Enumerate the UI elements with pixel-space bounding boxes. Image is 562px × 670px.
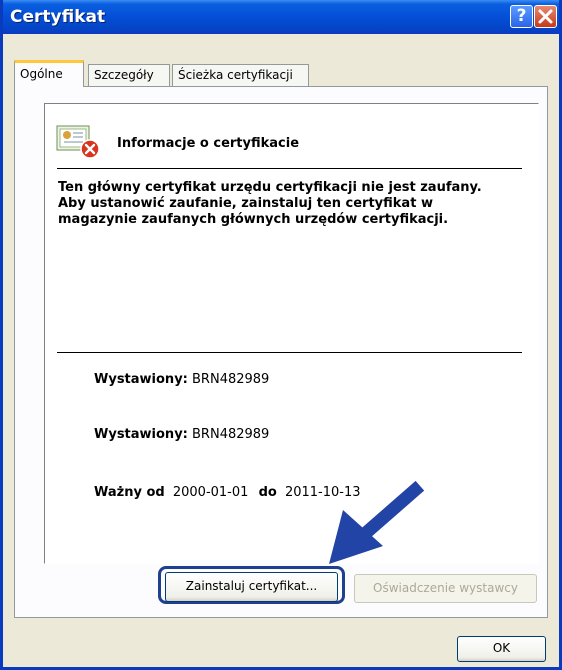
- issued-by-label: Wystawiony: [94, 427, 183, 442]
- pointer-arrow-icon: [315, 480, 425, 574]
- close-icon[interactable]: [534, 5, 557, 28]
- window-title: Certyfikat: [10, 7, 106, 27]
- divider-top: [57, 168, 522, 169]
- issued-to-row: Wystawiony: BRN482989: [94, 372, 270, 387]
- issued-to-value: BRN482989: [192, 372, 270, 387]
- tab-general[interactable]: Ogólne: [14, 60, 84, 87]
- ok-button[interactable]: OK: [457, 636, 546, 662]
- issued-by-value: BRN482989: [192, 427, 270, 442]
- issued-by-row: Wystawiony: BRN482989: [94, 427, 270, 442]
- certificate-warning-text: Ten główny certyfikat urzędu certyfikacj…: [58, 180, 482, 227]
- install-certificate-button[interactable]: Zainstaluj certyfikat...: [165, 572, 338, 602]
- valid-to-label: do: [258, 485, 277, 500]
- issued-to-label: Wystawiony: [94, 372, 183, 387]
- divider-bottom: [57, 352, 522, 353]
- install-certificate-label: Zainstaluj certyfikat...: [185, 579, 318, 593]
- valid-from-label: Ważny od: [94, 485, 165, 500]
- issuer-statement-label: Oświadczenie wystawcy: [373, 581, 518, 595]
- valid-from-value: 2000-01-01: [172, 485, 249, 500]
- help-icon[interactable]: ?: [510, 5, 533, 28]
- tab-certification-path[interactable]: Ścieżka certyfikacji: [172, 64, 309, 86]
- certificate-info-title: Informacje o certyfikacie: [117, 136, 300, 151]
- tab-details[interactable]: Szczegóły: [88, 64, 170, 86]
- title-bar[interactable]: Certyfikat ?: [3, 0, 559, 34]
- ok-label: OK: [492, 641, 511, 655]
- issuer-statement-button[interactable]: Oświadczenie wystawcy: [354, 574, 537, 603]
- certificate-error-icon: [56, 125, 102, 163]
